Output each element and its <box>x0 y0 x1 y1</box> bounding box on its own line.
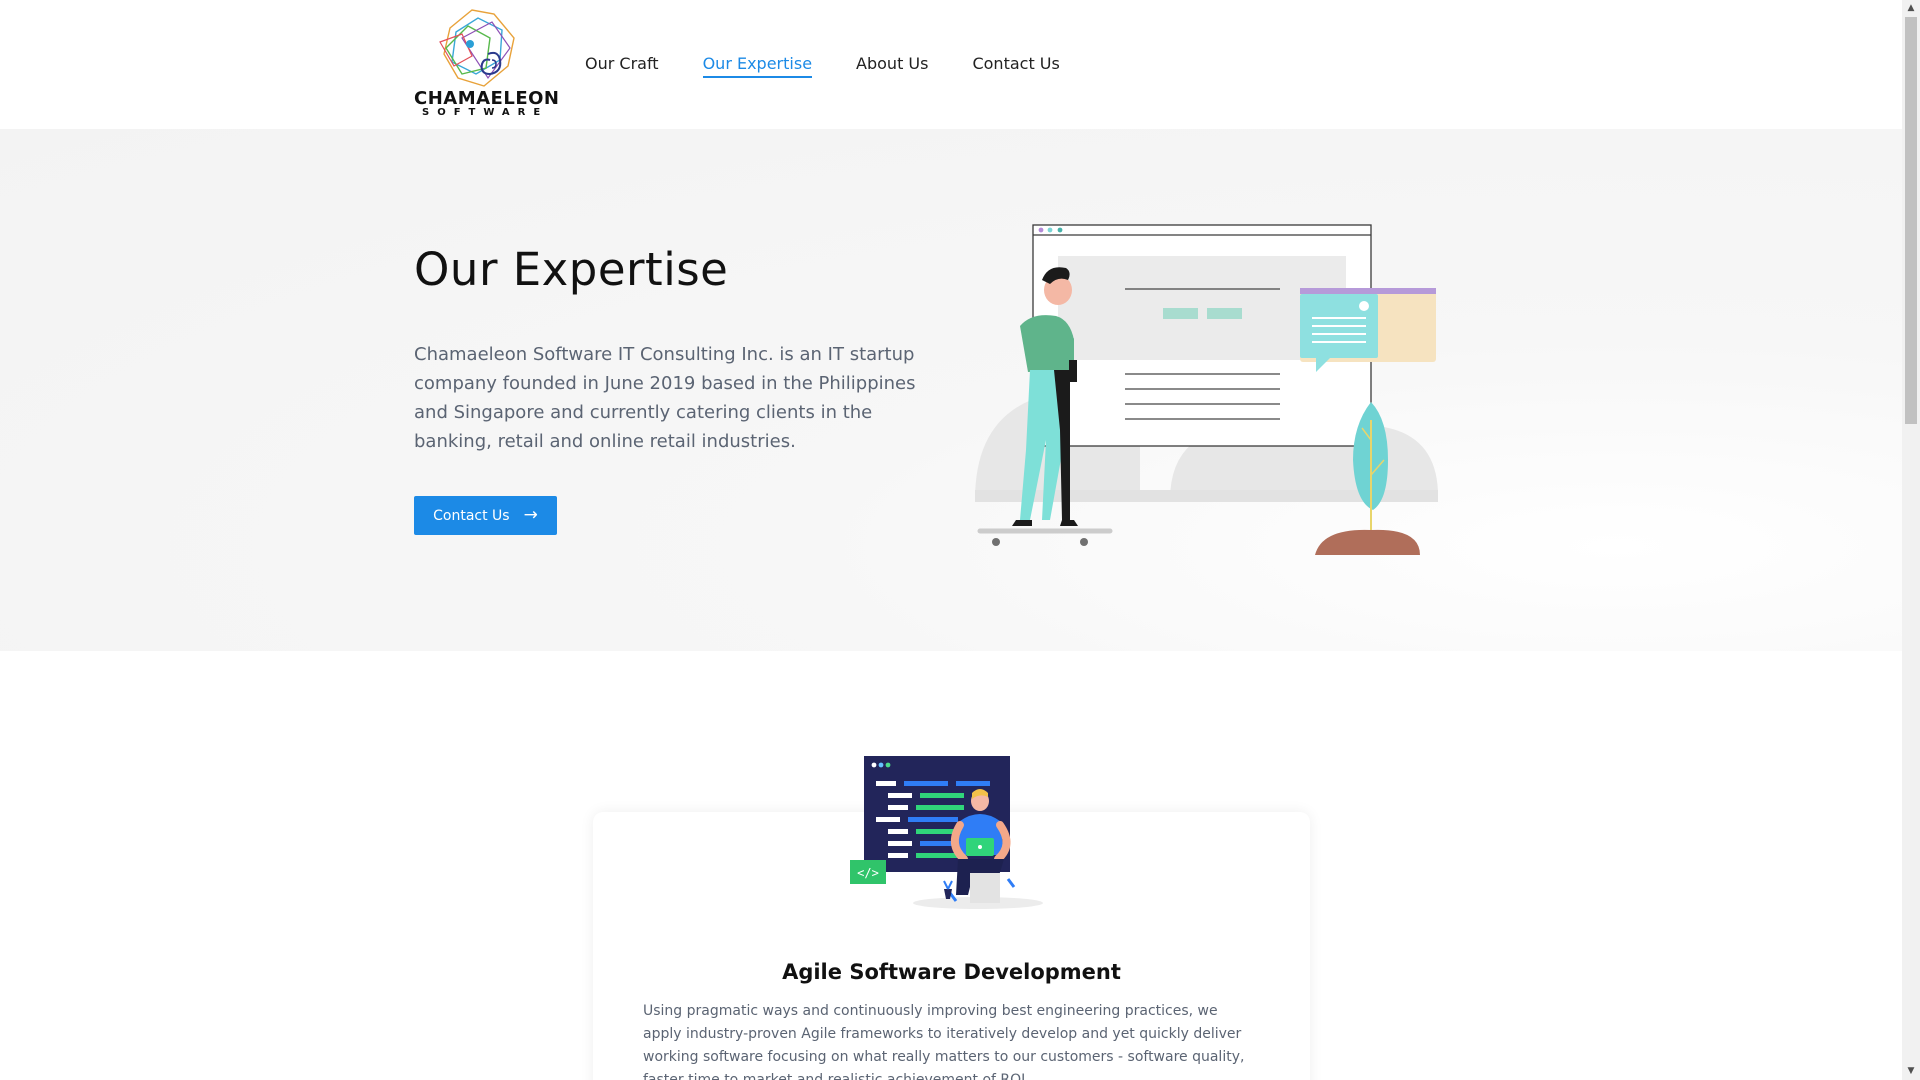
scroll-up-icon[interactable]: ▲ <box>1902 0 1920 17</box>
scrollbar-thumb[interactable] <box>1905 17 1917 424</box>
page-title: Our Expertise <box>414 243 729 296</box>
nav-contact-us[interactable]: Contact Us <box>972 52 1059 78</box>
card-description: Using pragmatic ways and continuously im… <box>643 1003 1245 1080</box>
vertical-scrollbar[interactable]: ▲ ▼ <box>1902 0 1920 1080</box>
main-nav: Our Craft Our Expertise About Us Contact… <box>585 52 1060 78</box>
card-title: Agile Software Development <box>782 960 1121 984</box>
brand-subtitle: SOFTWARE <box>422 107 549 118</box>
scroll-down-icon[interactable]: ▼ <box>1902 1063 1920 1080</box>
site-header: CHAMAELEON SOFTWARE Our Craft Our Expert… <box>0 0 1902 129</box>
nav-our-expertise[interactable]: Our Expertise <box>702 52 813 78</box>
arrow-right-icon: → <box>523 505 538 525</box>
chameleon-logo-icon <box>439 9 515 87</box>
nav-our-craft[interactable]: Our Craft <box>585 52 659 78</box>
developer-code-illustration: </> <box>850 756 1043 909</box>
hero-description: Chamaeleon Software IT Consulting Inc. i… <box>414 344 916 452</box>
code-tag-icon: </> <box>857 866 879 880</box>
brand-name: CHAMAELEON <box>414 88 560 109</box>
nav-about-us[interactable]: About Us <box>856 52 928 78</box>
hero-section <box>0 129 1902 651</box>
brand-logo[interactable]: CHAMAELEON SOFTWARE <box>414 8 560 120</box>
person-browser-illustration <box>975 224 1439 555</box>
contact-us-button[interactable]: Contact Us → <box>414 496 557 535</box>
contact-us-button-label: Contact Us <box>433 507 510 524</box>
